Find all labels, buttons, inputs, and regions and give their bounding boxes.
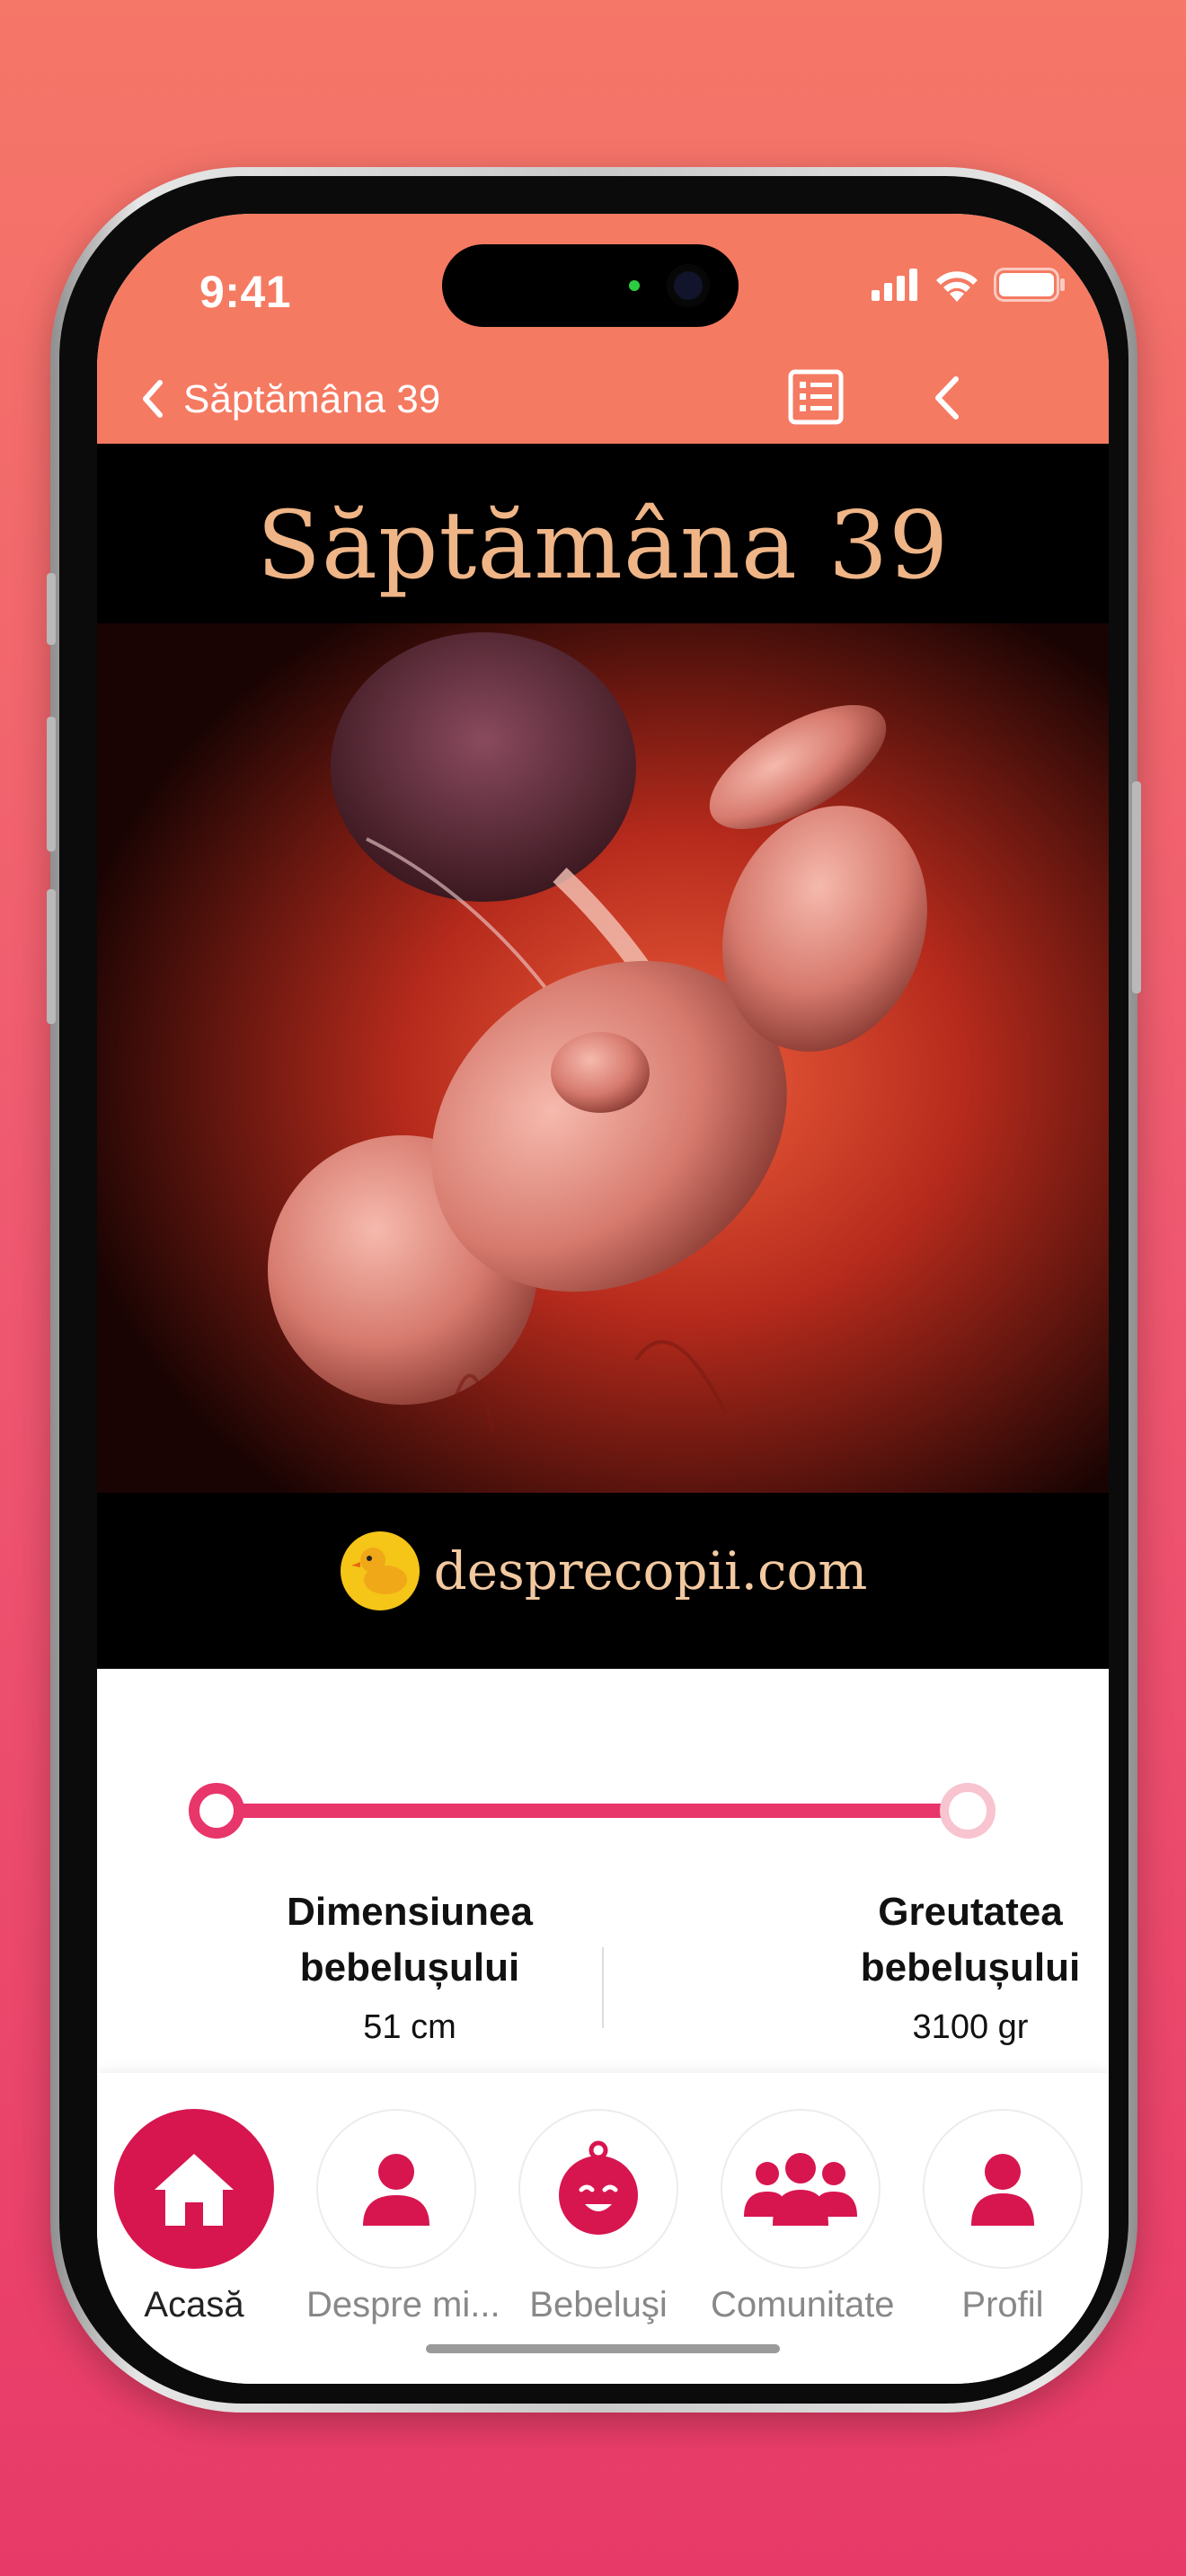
image-title: Săptămâna 39 (256, 490, 950, 600)
status-time: 9:41 (199, 267, 292, 317)
tab-babies-label: Bebeluşi (529, 2285, 668, 2325)
tab-community-label: Comunitate (711, 2285, 895, 2325)
progress-end-knob[interactable] (940, 1783, 996, 1839)
group-icon (744, 2153, 857, 2226)
dynamic-island (442, 244, 739, 327)
previous-week-icon[interactable] (925, 372, 970, 424)
brand-text: desprecopii.com (433, 1540, 868, 1601)
volume-up-button (47, 717, 56, 851)
phone-frame: 9:41 Săptămâna 39 Săptămâna 39 desprecop… (47, 167, 1141, 2413)
baby-weight-label-line1: Greutatea (878, 1890, 1063, 1934)
duck-logo-icon (340, 1531, 420, 1610)
baby-weight-value: 3100 gr (912, 2008, 1029, 2046)
tab-community-circle[interactable] (721, 2109, 881, 2269)
back-chevron-icon[interactable] (133, 374, 174, 424)
baby-size-stat: Dimensiunea bebelușului 51 cm (230, 1884, 589, 2047)
tab-about-me-circle[interactable] (316, 2109, 476, 2269)
baby-size-label-line2: bebelușului (299, 1945, 520, 1989)
tab-about-me-label: Despre mi... (306, 2285, 500, 2325)
stat-divider (602, 1947, 604, 2028)
battery-icon (994, 268, 1065, 302)
bottom-tab-bar: Acasă Despre mi... Bebeluşi Comunitate P… (97, 2073, 1109, 2384)
power-button (1132, 781, 1141, 993)
baby-size-value: 51 cm (363, 2008, 456, 2046)
wifi-icon (936, 271, 978, 302)
tab-profile[interactable]: Profil (913, 2109, 1093, 2325)
home-indicator[interactable] (426, 2344, 780, 2353)
tab-home[interactable]: Acasă (104, 2109, 284, 2325)
baby-weight-stat: Greutatea bebelușului 3100 gr (791, 1884, 1109, 2047)
front-camera (667, 264, 710, 307)
progress-start-knob[interactable] (189, 1783, 244, 1839)
app-header: 9:41 Săptămâna 39 (97, 214, 1109, 444)
list-icon[interactable] (787, 368, 845, 426)
baby-size-label-line1: Dimensiunea (287, 1890, 533, 1934)
tab-community[interactable]: Comunitate (711, 2109, 895, 2325)
nav-title[interactable]: Săptămâna 39 (183, 377, 440, 422)
volume-down-button (47, 889, 56, 1024)
brand-watermark: desprecopii.com (97, 1522, 1109, 1620)
tab-profile-circle[interactable] (923, 2109, 1083, 2269)
baby-stats-card: Dimensiunea bebelușului 51 cm Greutatea … (97, 1669, 1109, 2073)
home-icon (155, 2154, 234, 2226)
tab-profile-label: Profil (961, 2285, 1044, 2325)
profile-icon (971, 2154, 1034, 2226)
tab-home-circle[interactable] (114, 2109, 274, 2269)
tab-babies[interactable]: Bebeluşi (509, 2109, 688, 2325)
status-icons (870, 268, 1066, 302)
phone-bezel: 9:41 Săptămâna 39 Săptămâna 39 desprecop… (59, 176, 1128, 2404)
baby-face-icon (559, 2140, 638, 2235)
person-icon (363, 2154, 429, 2226)
signal-icon (872, 269, 917, 301)
tab-babies-circle[interactable] (518, 2109, 678, 2269)
week-image: Săptămâna 39 desprecopii.com (97, 444, 1109, 1669)
fetus-illustration (97, 623, 1109, 1493)
nav-bar: Săptămâna 39 (97, 366, 1109, 429)
week-progress-track[interactable] (232, 1804, 969, 1818)
camera-indicator (629, 280, 640, 291)
mute-switch (47, 573, 56, 645)
tab-home-label: Acasă (144, 2285, 244, 2325)
screen: 9:41 Săptămâna 39 Săptămâna 39 desprecop… (97, 214, 1109, 2384)
baby-weight-label-line2: bebelușului (860, 1945, 1081, 1989)
tab-about-me[interactable]: Despre mi... (306, 2109, 500, 2325)
